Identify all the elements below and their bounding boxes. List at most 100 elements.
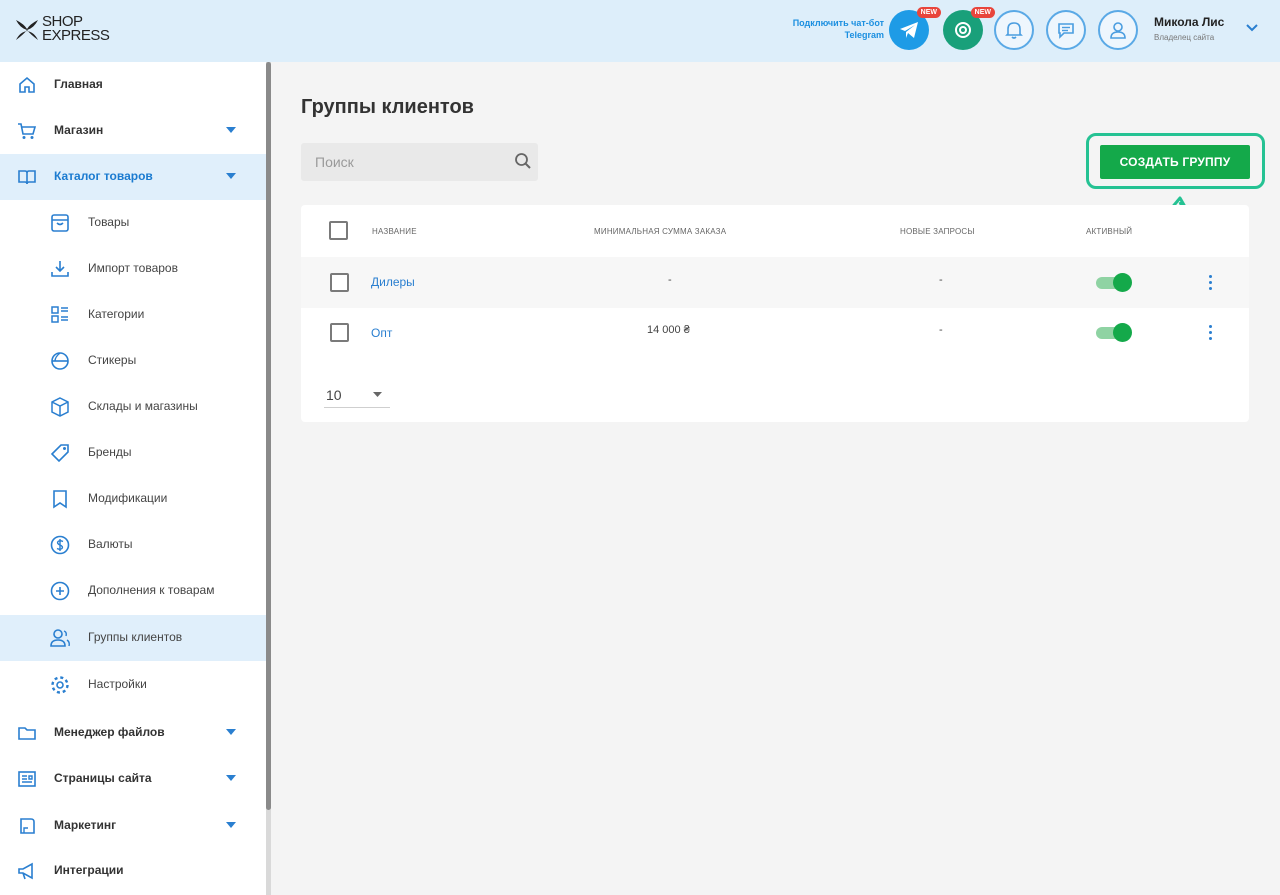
cart-icon — [18, 123, 37, 139]
sidebar-item-home[interactable]: Главная — [0, 62, 266, 108]
book-icon — [18, 170, 36, 185]
pages-icon — [18, 771, 36, 787]
sidebar-item-currencies[interactable]: Валюты — [0, 522, 266, 568]
row-menu-icon[interactable] — [1207, 275, 1213, 293]
search-icon[interactable] — [514, 152, 532, 170]
column-header-name[interactable]: НАЗВАНИЕ — [372, 227, 417, 236]
chevron-down-icon — [226, 173, 236, 179]
download-icon — [51, 261, 69, 277]
box-icon — [51, 214, 69, 232]
ai-icon — [955, 22, 971, 38]
ai-assistant-button[interactable]: NEW — [943, 7, 995, 50]
new-badge: NEW — [916, 7, 941, 18]
sidebar-item-label: Валюты — [88, 537, 133, 551]
sidebar-item-file-manager[interactable]: Менеджер файлов — [0, 710, 266, 756]
sidebar-item-label: Категории — [88, 307, 145, 321]
page-title: Группы клиентов — [301, 96, 474, 118]
logo-icon — [16, 20, 38, 40]
new-badge: NEW — [970, 7, 995, 18]
page-size-select[interactable]: 10 — [326, 387, 342, 403]
sidebar-item-shop[interactable]: Магазин — [0, 108, 266, 154]
column-header-min-sum[interactable]: МИНИМАЛЬНАЯ СУММА ЗАКАЗА — [594, 227, 726, 236]
group-name-link[interactable]: Опт — [371, 326, 392, 340]
user-role: Владелец сайта — [1154, 33, 1215, 42]
sidebar-item-label: Склады и магазины — [88, 399, 198, 413]
sidebar-item-integrations[interactable]: Интеграции — [0, 848, 266, 894]
user-name[interactable]: Микола Лис — [1154, 15, 1224, 29]
megaphone-icon — [18, 862, 33, 880]
sidebar-item-label: Каталог товаров — [54, 169, 153, 183]
categories-icon — [51, 306, 68, 323]
sidebar-item-label: Стикеры — [88, 353, 137, 367]
tag-icon — [50, 444, 69, 463]
scrollbar-thumb[interactable] — [266, 62, 271, 810]
sidebar-item-marketing[interactable]: Маркетинг — [0, 803, 266, 849]
chevron-down-icon — [226, 822, 236, 828]
sidebar-item-label: Маркетинг — [54, 818, 117, 832]
sidebar-item-catalog[interactable]: Каталог товаров — [0, 154, 266, 200]
sidebar-item-product-addons[interactable]: Дополнения к товарам — [0, 568, 266, 614]
profile-button[interactable] — [1098, 10, 1138, 50]
sidebar-item-settings[interactable]: Настройки — [0, 662, 266, 708]
sidebar-item-label: Менеджер файлов — [54, 725, 165, 739]
search-box[interactable] — [301, 143, 538, 181]
create-group-button[interactable]: СОЗДАТЬ ГРУППУ — [1100, 145, 1250, 179]
sidebar-item-label: Настройки — [88, 677, 147, 691]
sidebar: Главная Магазин Каталог товаров Товары И… — [0, 62, 266, 895]
column-header-active[interactable]: АКТИВНЫЙ — [1086, 227, 1132, 236]
chevron-down-icon — [226, 127, 236, 133]
sidebar-item-label: Дополнения к товарам — [88, 583, 215, 597]
active-toggle[interactable] — [1096, 323, 1132, 342]
row-checkbox[interactable] — [330, 273, 349, 292]
sidebar-scrollbar[interactable] — [266, 62, 271, 895]
shop-express-logo[interactable]: SHOP EXPRESS — [14, 13, 110, 44]
page-size-underline — [324, 407, 390, 408]
sidebar-item-label: Модификации — [88, 491, 168, 505]
marketing-icon — [20, 818, 35, 834]
home-icon — [19, 76, 35, 93]
chat-icon — [1058, 23, 1074, 39]
row-menu-icon[interactable] — [1207, 325, 1213, 343]
sidebar-item-label: Главная — [54, 77, 103, 91]
sidebar-item-categories[interactable]: Категории — [0, 292, 266, 338]
select-all-checkbox[interactable] — [329, 221, 348, 240]
group-name-link[interactable]: Дилеры — [371, 275, 415, 289]
sidebar-item-label: Магазин — [54, 123, 104, 137]
chevron-down-icon — [226, 729, 236, 735]
telegram-icon — [900, 22, 918, 38]
messages-button[interactable] — [1046, 10, 1086, 50]
sidebar-item-label: Бренды — [88, 445, 132, 459]
chevron-down-icon[interactable] — [373, 392, 382, 397]
sidebar-item-site-pages[interactable]: Страницы сайта — [0, 756, 266, 802]
notifications-button[interactable] — [994, 10, 1034, 50]
new-requests-cell: - — [939, 274, 943, 286]
sidebar-item-brands[interactable]: Бренды — [0, 430, 266, 476]
search-input[interactable] — [301, 143, 511, 181]
column-header-new-requests[interactable]: НОВЫЕ ЗАПРОСЫ — [900, 227, 975, 236]
sidebar-item-stickers[interactable]: Стикеры — [0, 338, 266, 384]
sidebar-item-warehouses[interactable]: Склады и магазины — [0, 384, 266, 430]
sidebar-item-products[interactable]: Товары — [0, 200, 266, 246]
top-header: SHOP EXPRESS Подключить чат-бот Telegram… — [0, 0, 1280, 62]
logo-text: SHOP EXPRESS — [42, 13, 110, 44]
chevron-down-icon — [226, 775, 236, 781]
telegram-promo-link[interactable]: Подключить чат-бот Telegram — [760, 17, 884, 41]
folder-icon — [18, 727, 36, 740]
sidebar-item-label: Группы клиентов — [88, 630, 183, 644]
bell-icon — [1005, 22, 1023, 39]
warehouse-icon — [51, 397, 69, 417]
new-requests-cell: - — [939, 324, 943, 336]
users-icon — [50, 629, 70, 647]
chevron-down-icon[interactable] — [1246, 24, 1258, 32]
user-icon — [1110, 22, 1126, 39]
row-checkbox[interactable] — [330, 323, 349, 342]
sidebar-item-modifications[interactable]: Модификации — [0, 476, 266, 522]
active-toggle[interactable] — [1096, 273, 1132, 292]
min-sum-cell: - — [668, 274, 672, 286]
sticker-icon — [51, 352, 69, 370]
sidebar-item-label: Импорт товаров — [88, 261, 178, 275]
sidebar-item-customer-groups[interactable]: Группы клиентов — [0, 615, 266, 661]
sidebar-item-import[interactable]: Импорт товаров — [0, 246, 266, 292]
dollar-icon — [50, 535, 70, 555]
telegram-button[interactable]: NEW — [889, 7, 941, 50]
